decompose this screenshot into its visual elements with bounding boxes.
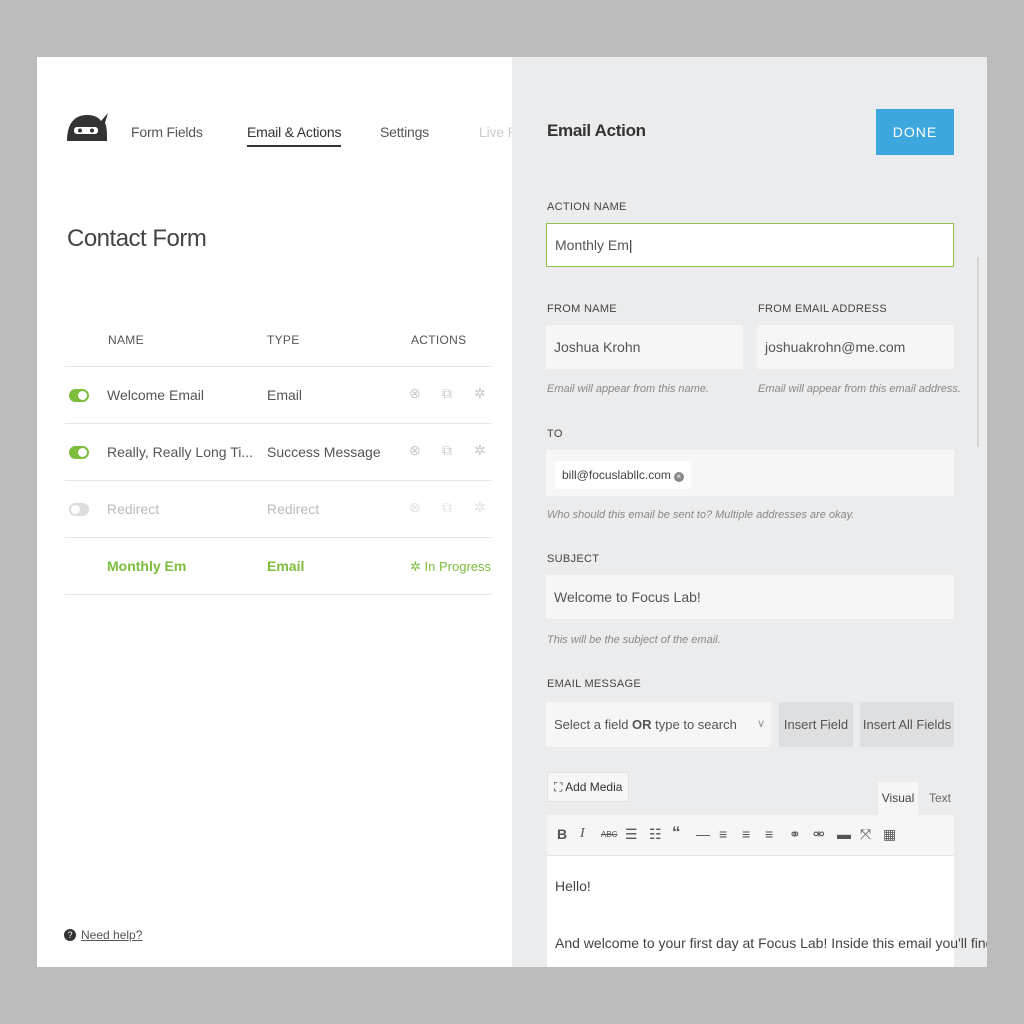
enable-toggle[interactable] [69,389,89,402]
align-right-icon[interactable]: ≡ [765,826,773,842]
email-message-label: EMAIL MESSAGE [547,678,641,690]
panel-title: Email Action [547,121,646,140]
recipient-chip[interactable]: bill@focuslabllc.com × [555,461,691,489]
to-label: TO [547,428,563,440]
nav-form-fields[interactable]: Form Fields [131,124,203,140]
action-name[interactable]: Really, Really Long Ti... [107,444,253,460]
gear-icon[interactable]: ✲ [474,385,486,402]
action-type: Success Message [267,444,381,460]
action-type: Redirect [267,501,320,517]
from-email-input[interactable]: joshuakrohn@me.com [757,325,954,369]
read-more-icon[interactable]: ▬ [837,826,851,842]
gear-icon[interactable]: ✲ [474,442,486,459]
nav-settings[interactable]: Settings [380,124,429,140]
delete-icon[interactable]: ⊗ [409,442,421,459]
link-icon[interactable]: ⚭ [789,826,801,843]
gear-icon[interactable]: ✲ [474,499,486,516]
to-hint: Who should this email be sent to? Multip… [547,509,855,521]
duplicate-icon[interactable]: ⧉ [442,499,452,516]
from-email-label: FROM EMAIL ADDRESS [758,303,888,315]
delete-icon[interactable]: ⊗ [409,385,421,402]
numbered-list-icon[interactable]: ☷ [649,826,662,843]
page-title: Contact Form [67,225,207,252]
enable-toggle[interactable] [69,503,89,516]
action-name[interactable]: Redirect [107,501,159,517]
from-email-hint: Email will appear from this email addres… [758,383,961,395]
editor-line: And welcome to your first day at Focus L… [555,935,987,951]
from-name-hint: Email will appear from this name. [547,383,710,395]
remove-recipient-icon[interactable]: × [673,472,684,482]
editor-line: Hello! [555,878,591,894]
col-header-type: TYPE [267,333,300,347]
help-text[interactable]: Need help? [81,928,142,942]
unlink-icon[interactable]: ⚮ [813,826,825,843]
from-name-input[interactable]: Joshua Krohn [546,325,743,369]
action-name-label: ACTION NAME [547,201,627,213]
gear-icon: ✲ [410,559,421,574]
media-icon: ⛶ [554,780,563,794]
tab-text[interactable]: Text [925,782,955,815]
action-type: Email [267,558,305,574]
select-placeholder-or: OR [632,717,652,732]
from-name-label: FROM NAME [547,303,617,315]
recipient-email: bill@focuslabllc.com [562,468,671,482]
select-placeholder-suffix: type to search [651,717,737,732]
col-header-name: NAME [108,333,144,347]
help-link[interactable]: ? Need help? [64,927,142,942]
panel-scrollbar[interactable] [977,257,979,447]
subject-label: SUBJECT [547,553,600,565]
editor-toolbar: B I ABC ☰ ☷ “ — ≡ ≡ ≡ ⚭ ⚮ ▬ ⤧ ▦ [547,815,954,856]
duplicate-icon[interactable]: ⧉ [442,385,452,402]
action-type: Email [267,387,303,403]
insert-all-fields-button[interactable]: Insert All Fields [860,702,954,747]
nav-live-preview[interactable]: Live Pr [479,124,512,140]
question-icon: ? [64,928,76,941]
table-row[interactable]: Redirect Redirect ⊗ ⧉ ✲ [65,480,491,537]
delete-icon[interactable]: ⊗ [409,499,421,516]
align-center-icon[interactable]: ≡ [742,826,750,842]
bold-icon[interactable]: B [557,826,567,842]
app-frame: Form Fields Email & Actions Settings Liv… [37,57,987,967]
horizontal-rule-icon[interactable]: — [696,826,710,842]
table-row[interactable]: Welcome Email Email ⊗ ⧉ ✲ [65,366,491,423]
ninja-logo-icon[interactable] [65,107,109,143]
table-row[interactable]: Monthly Em Email ✲ In Progress [65,537,491,594]
table-row[interactable]: Really, Really Long Ti... Success Messag… [65,423,491,480]
subject-input[interactable]: Welcome to Focus Lab! [546,575,954,619]
field-select[interactable]: Select a field OR type to search ∨ [546,702,771,747]
bullet-list-icon[interactable]: ☰ [625,826,638,843]
action-name-input[interactable]: Monthly Em| [546,223,954,267]
action-name-value: Monthly Em [555,237,629,253]
chevron-down-icon[interactable]: ∨ [757,702,765,747]
add-media-label: Add Media [565,780,623,794]
in-progress-status: ✲ In Progress [410,559,491,575]
tab-visual[interactable]: Visual [878,782,918,815]
action-name[interactable]: Welcome Email [107,387,204,403]
table-bottom-border [65,594,491,595]
email-message-editor[interactable]: Hello! And welcome to your first day at … [547,856,987,967]
form-builder-pane: Form Fields Email & Actions Settings Liv… [37,57,512,967]
subject-hint: This will be the subject of the email. [547,634,721,646]
enable-toggle[interactable] [69,446,89,459]
toolbar-toggle-icon[interactable]: ▦ [883,826,896,843]
col-header-actions: ACTIONS [411,333,467,347]
done-button[interactable]: DONE [876,109,954,155]
select-placeholder-prefix: Select a field [554,717,633,732]
action-name[interactable]: Monthly Em [107,558,186,574]
email-action-panel: Email Action DONE ACTION NAME Monthly Em… [512,57,987,967]
strikethrough-icon[interactable]: ABC [601,830,617,839]
fullscreen-icon[interactable]: ⤧ [860,826,871,843]
status-text: In Progress [424,559,492,574]
blockquote-icon[interactable]: “ [672,823,681,843]
insert-field-button[interactable]: Insert Field [779,702,853,747]
italic-icon[interactable]: I [580,826,585,842]
add-media-button[interactable]: ⛶ Add Media [547,772,630,802]
nav-email-actions[interactable]: Email & Actions [247,124,341,147]
align-left-icon[interactable]: ≡ [719,826,727,842]
duplicate-icon[interactable]: ⧉ [442,442,452,459]
